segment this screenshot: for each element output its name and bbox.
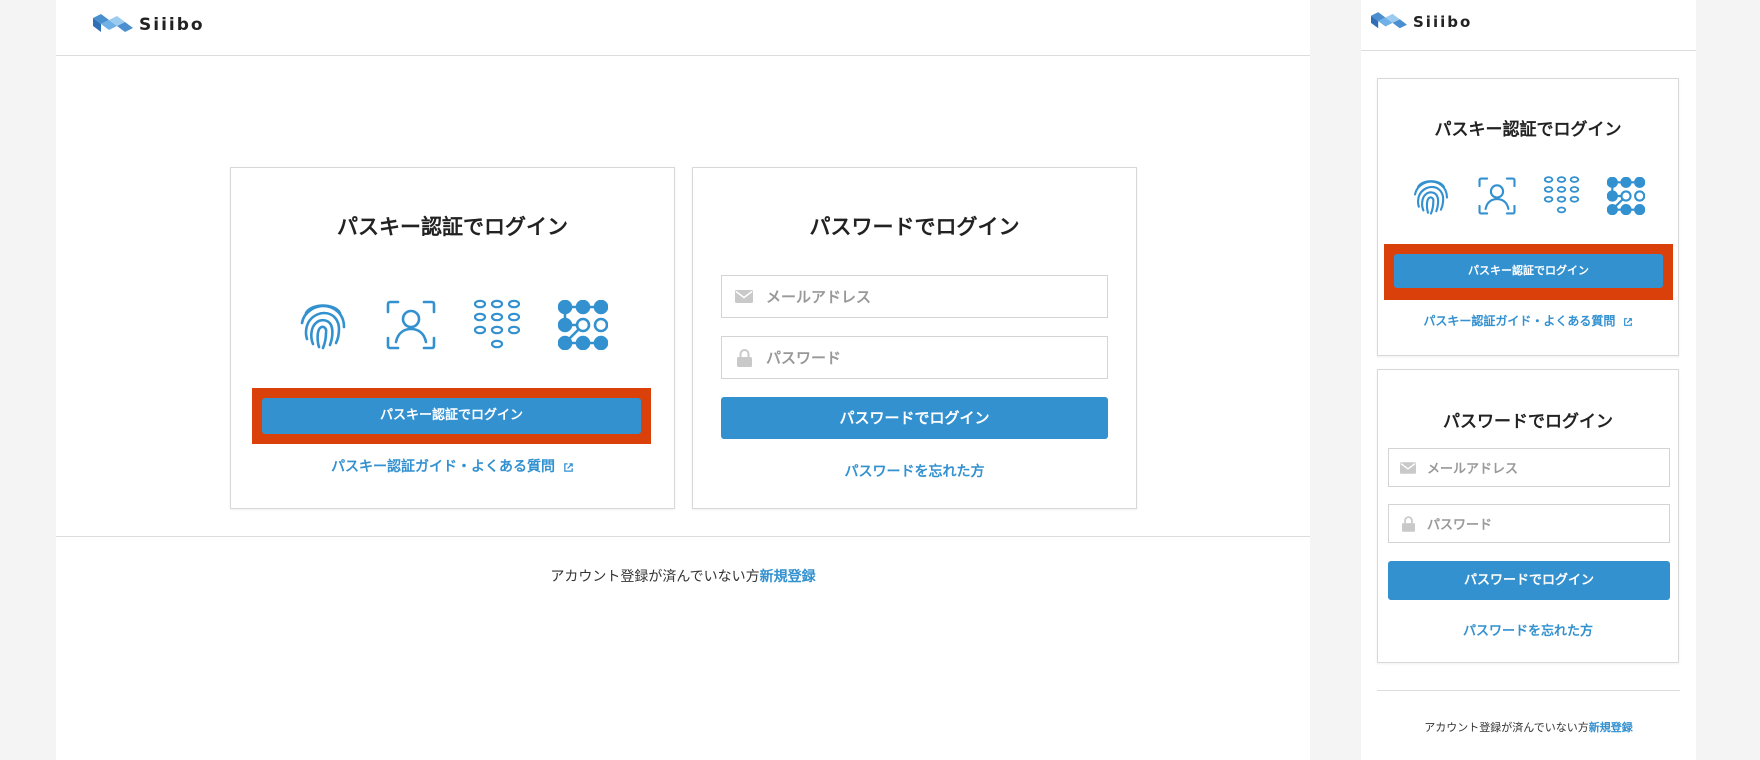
mobile-forgot-password-link[interactable]: パスワードを忘れた方 [1378,620,1678,639]
passkey-card: パスキー認証でログイン パスキー認証でログイン パスキー認証ガイド・よくある質問 [230,167,675,509]
logo-text: Siiibo [139,15,205,35]
mobile-siiibo-logo[interactable]: Siiibo [1371,12,1472,32]
mobile-email-field[interactable]: メールアドレス [1388,448,1670,487]
mobile-password-login-button[interactable]: パスワードでログイン [1388,561,1670,600]
mobile-mail-icon [1389,461,1427,474]
external-link-icon [564,462,573,472]
passkey-login-button[interactable]: パスキー認証でログイン [262,398,641,434]
mobile-password-card: パスワードでログイン メールアドレス パスワード パスワードでログイン パスワー… [1377,369,1679,663]
mobile-face-id-icon [1477,175,1516,216]
mobile-passkey-guide-link-text: パスキー認証ガイド・よくある質問 [1423,314,1616,328]
signup-link[interactable]: 新規登録 [760,569,816,585]
email-placeholder: メールアドレス [766,288,872,306]
mobile-fingerprint-icon [1412,175,1450,216]
mobile-pattern-lock-icon [1606,175,1645,216]
siiibo-logo-icon [93,14,133,32]
mobile-footer: アカウント登録が済んでいない方新規登録 [1361,719,1696,735]
mobile-password-placeholder: パスワード [1427,518,1493,533]
passkey-card-title: パスキー認証でログイン [337,215,568,239]
mobile-footer-text: アカウント登録が済んでいない方 [1424,721,1589,734]
mobile-passkey-icons [1378,175,1678,216]
password-card-title: パスワードでログイン [809,215,1020,239]
mobile-external-link-icon [1623,317,1632,326]
mobile-logo-text: Siiibo [1413,13,1473,31]
mobile-passkey-card-title: パスキー認証でログイン [1434,120,1622,140]
mobile-lock-icon [1389,515,1427,532]
password-placeholder: パスワード [766,349,842,367]
pin-keypad-icon [473,298,520,352]
mobile-email-placeholder: メールアドレス [1427,462,1519,477]
password-field[interactable]: パスワード [721,336,1108,379]
desktop-view: Siiibo パスキー認証でログイン パスキー認証でログイン パスキー認証ガイド… [56,0,1310,760]
lock-icon [722,348,766,367]
mobile-password-field[interactable]: パスワード [1388,504,1670,543]
footer-text: アカウント登録が済んでいない方 [550,569,760,585]
email-field[interactable]: メールアドレス [721,275,1108,318]
password-card: パスワードでログイン メールアドレス パスワード パスワードでログイン パスワー… [692,167,1137,509]
fingerprint-icon [298,298,348,352]
mobile-siiibo-logo-icon [1371,12,1407,29]
footer: アカウント登録が済んでいない方新規登録 [56,566,1310,586]
mobile-passkey-guide-link[interactable]: パスキー認証ガイド・よくある質問 [1378,312,1678,329]
mobile-passkey-card: パスキー認証でログイン パスキー認証でログイン パスキー認証ガイド・よくある質問 [1377,78,1679,356]
mobile-signup-link[interactable]: 新規登録 [1589,721,1633,734]
mail-icon [722,290,766,303]
face-id-icon [386,298,436,352]
header: Siiibo [56,0,1310,56]
footer-divider [56,536,1310,537]
mobile-password-card-title: パスワードでログイン [1443,412,1613,432]
mobile-passkey-login-button[interactable]: パスキー認証でログイン [1394,254,1663,288]
siiibo-logo[interactable]: Siiibo [93,14,205,36]
pattern-lock-icon [557,298,608,352]
forgot-password-link[interactable]: パスワードを忘れた方 [693,461,1136,481]
mobile-footer-divider [1377,690,1680,691]
passkey-guide-link[interactable]: パスキー認証ガイド・よくある質問 [231,456,674,476]
password-login-button[interactable]: パスワードでログイン [721,397,1108,439]
passkey-guide-link-text: パスキー認証ガイド・よくある質問 [331,459,556,475]
mobile-pin-keypad-icon [1543,175,1579,216]
mobile-header: Siiibo [1361,0,1696,51]
passkey-icons [231,298,674,352]
mobile-view: Siiibo パスキー認証でログイン パスキー認証でログイン パスキー認証ガイド… [1361,0,1696,760]
